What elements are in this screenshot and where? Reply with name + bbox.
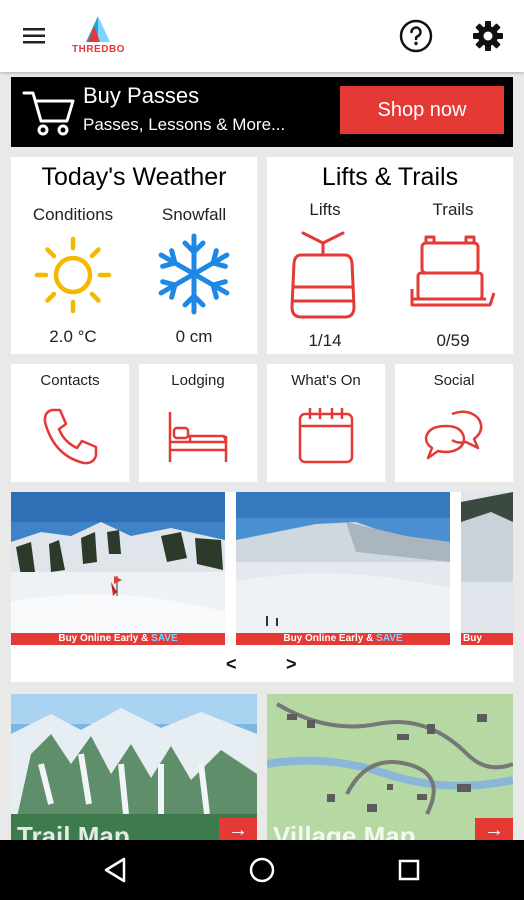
home-icon[interactable]: [246, 854, 278, 886]
webcam-promo-strip: Buy: [461, 633, 513, 645]
promo-save: SAVE: [151, 633, 178, 644]
carousel-next-button[interactable]: >: [286, 654, 297, 675]
lifts-trails-card[interactable]: Lifts & Trails Lifts Trails 1/14 0/59: [267, 157, 513, 354]
village-map-card[interactable]: Village Map →: [267, 694, 513, 844]
lifts-value: 1/14: [308, 331, 342, 350]
temperature-value: 2.0 °C: [49, 327, 97, 346]
snow-groomer-icon: [410, 235, 496, 307]
gondola-icon: [290, 231, 356, 319]
recents-icon[interactable]: [393, 854, 425, 886]
trails-label: Trails: [432, 200, 474, 219]
shop-now-button[interactable]: Shop now: [340, 86, 504, 134]
tile-whats-on[interactable]: What's On: [267, 364, 385, 482]
promo-text: Buy Online Early &: [58, 633, 152, 644]
tile-contacts-label: Contacts: [40, 372, 100, 389]
trails-value: 0/59: [436, 331, 470, 350]
webcam-photo: [236, 492, 450, 645]
gear-icon: [473, 21, 503, 51]
bed-icon: [168, 412, 228, 462]
lifts-trails-title: Lifts & Trails: [321, 163, 459, 191]
snowflake-icon: [158, 233, 230, 315]
tile-lodging-label: Lodging: [171, 372, 225, 389]
chat-bubbles-icon: [424, 410, 483, 460]
calendar-icon: [298, 408, 354, 464]
back-icon[interactable]: [100, 854, 132, 886]
hamburger-menu-icon: [23, 28, 45, 44]
snowfall-value: 0 cm: [175, 327, 213, 346]
lifts-label: Lifts: [309, 200, 341, 219]
webcam-promo-strip: Buy Online Early & SAVE: [236, 633, 450, 645]
tile-lodging[interactable]: Lodging: [139, 364, 257, 482]
help-circle-icon: [399, 19, 433, 53]
system-navigation-bar: [0, 840, 524, 900]
webcam-photo: [461, 492, 513, 645]
webcam-promo-strip: Buy Online Early & SAVE: [11, 633, 225, 645]
promo-text: Buy Online Early &: [283, 633, 377, 644]
phone-icon: [43, 408, 98, 465]
banner-subtitle: Passes, Lessons & More...: [83, 115, 286, 134]
carousel-prev-button[interactable]: <: [226, 654, 237, 675]
snowfall-label: Snowfall: [161, 205, 227, 224]
arrow-right-icon: →: [228, 819, 248, 841]
arrow-right-icon: →: [484, 819, 504, 841]
buy-passes-banner[interactable]: Buy Passes Passes, Lessons & More... Sho…: [11, 77, 513, 147]
weather-card[interactable]: Today's Weather Conditions Snowfall 2.0 …: [11, 157, 257, 354]
tile-contacts[interactable]: Contacts: [11, 364, 129, 482]
tile-social[interactable]: Social: [395, 364, 513, 482]
mountain-logo-icon: [86, 16, 110, 42]
menu-button[interactable]: [20, 22, 52, 50]
weather-title: Today's Weather: [41, 163, 227, 191]
webcam-image[interactable]: Buy Online Early & SAVE: [236, 492, 450, 645]
tile-social-label: Social: [433, 372, 475, 389]
trail-map-card[interactable]: Trail Map →: [11, 694, 257, 844]
banner-title: Buy Passes: [83, 83, 200, 108]
promo-save: SAVE: [376, 633, 403, 644]
webcam-photo: [11, 492, 225, 645]
app-bar: THREDBO: [0, 0, 524, 72]
sun-icon: [34, 236, 112, 314]
settings-button[interactable]: [470, 18, 506, 54]
webcam-image[interactable]: Buy: [461, 492, 513, 645]
conditions-label: Conditions: [32, 205, 114, 224]
tile-whats-on-label: What's On: [291, 372, 361, 389]
cart-icon: [21, 85, 77, 139]
help-button[interactable]: [398, 18, 434, 54]
logo-text: THREDBO: [72, 44, 125, 55]
webcam-carousel[interactable]: Buy Online Early & SAVE Buy Online Early…: [11, 492, 513, 682]
thredbo-logo[interactable]: THREDBO: [70, 12, 130, 60]
webcam-image[interactable]: Buy Online Early & SAVE: [11, 492, 225, 645]
